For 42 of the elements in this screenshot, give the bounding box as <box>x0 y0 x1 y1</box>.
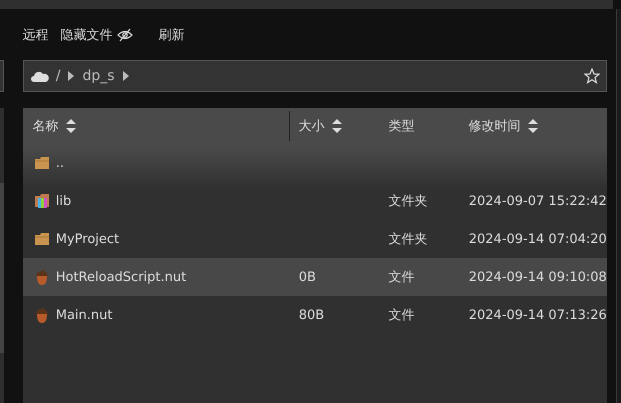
file-size: 0B <box>298 270 316 284</box>
library-folder-icon <box>34 193 50 209</box>
table-row[interactable]: HotReloadScript.nut 0B 文件 2024-09-14 09:10:08 <box>22 258 607 296</box>
modified-time: 2024-09-14 07:13:26 <box>468 308 607 322</box>
size-header[interactable]: 大小 <box>298 117 343 135</box>
file-type: 文件 <box>388 307 415 324</box>
name-header[interactable]: 名称 <box>32 117 77 135</box>
table-row[interactable]: MyProject 文件夹 2024-09-14 07:04:20 <box>22 220 607 258</box>
file-type: 文件夹 <box>388 193 428 210</box>
file-name: .. <box>56 156 64 170</box>
file-type: 文件 <box>388 269 415 286</box>
sort-icon[interactable] <box>64 119 77 133</box>
file-type: 文件夹 <box>388 231 428 248</box>
acorn-icon <box>34 308 50 322</box>
file-name: MyProject <box>56 232 120 246</box>
file-size: 80B <box>298 308 324 322</box>
modified-time: 2024-09-14 09:10:08 <box>468 270 607 284</box>
table-row[interactable]: .. <box>22 144 607 182</box>
caret-icon[interactable] <box>122 70 130 82</box>
folder-icon <box>34 232 50 246</box>
acorn-icon <box>34 270 50 284</box>
modified-time: 2024-09-07 15:22:42 <box>468 194 607 208</box>
path-segment[interactable]: dp_s <box>82 68 115 84</box>
file-name: HotReloadScript.nut <box>56 270 186 284</box>
folder-icon <box>34 156 50 170</box>
cloud-icon <box>30 70 49 82</box>
sort-icon[interactable] <box>526 119 539 133</box>
modified-header[interactable]: 修改时间 <box>468 117 539 135</box>
file-name: lib <box>56 194 72 208</box>
star-icon[interactable] <box>584 68 600 84</box>
refresh-button[interactable]: 刷新 <box>158 26 185 44</box>
remote-button[interactable]: 远程 <box>22 26 49 44</box>
file-name: Main.nut <box>56 308 112 322</box>
path-segment[interactable]: / <box>56 68 60 84</box>
modified-time: 2024-09-14 07:04:20 <box>468 232 607 246</box>
sort-icon[interactable] <box>330 119 343 133</box>
caret-icon[interactable] <box>67 70 76 82</box>
table-row[interactable]: lib 文件夹 2024-09-07 15:22:42 <box>22 182 607 220</box>
hidden-files-toggle[interactable]: 隐藏文件 <box>60 26 133 44</box>
table-row[interactable]: Main.nut 80B 文件 2024-09-14 07:13:26 <box>22 296 607 334</box>
path-bar[interactable]: / dp_s <box>22 60 607 92</box>
type-header[interactable]: 类型 <box>388 117 415 135</box>
